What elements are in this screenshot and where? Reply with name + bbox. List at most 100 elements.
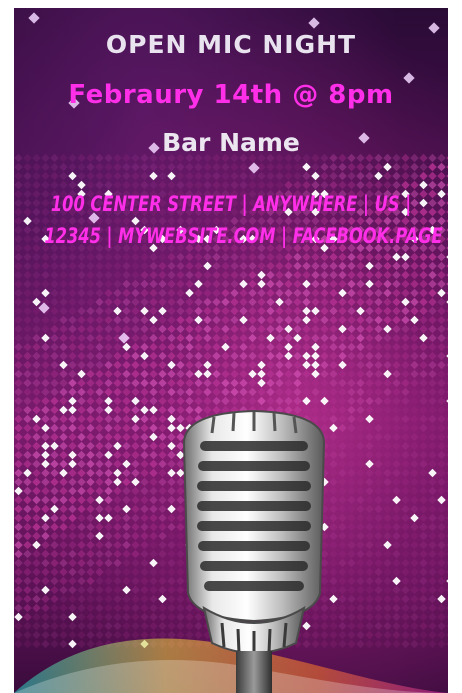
sparkle-dot: [221, 270, 230, 280]
sparkle-dot: [392, 477, 401, 487]
sparkle-dot: [140, 540, 149, 550]
sparkle-dot: [311, 360, 320, 370]
sparkle-dot: [401, 459, 410, 469]
sparkle-dot: [410, 504, 419, 514]
sparkle-dot: [392, 450, 401, 460]
sparkle-dot: [212, 387, 221, 397]
sparkle-dot: [113, 549, 122, 559]
sparkle-dot: [68, 360, 77, 370]
sparkle-dot: [77, 450, 86, 460]
sparkle-dot: [275, 324, 284, 334]
sparkle-dot: [113, 360, 122, 370]
sparkle-dot: [221, 324, 230, 334]
sparkle-dot: [428, 279, 437, 289]
sparkle-dot: [410, 369, 419, 379]
sparkle-dot: [275, 351, 284, 361]
sparkle-dot: [140, 270, 149, 280]
sparkle-dot: [365, 477, 374, 487]
sparkle-dot: [383, 333, 392, 343]
sparkle-dot: [113, 504, 122, 514]
sparkle-dot: [428, 423, 437, 433]
sparkle-dot: [176, 297, 185, 307]
address-line-2: 12345 | MYWEBSITE.COM | FACEBOOK.PAGE: [44, 224, 443, 248]
sparkle-dot: [32, 315, 41, 325]
sparkle-dot: [257, 297, 266, 307]
sparkle-dot: [446, 378, 448, 388]
sparkle-dot: [428, 441, 437, 451]
sparkle-dot: [446, 576, 448, 586]
sparkle-dot: [410, 252, 419, 262]
sparkle-dot: [419, 477, 428, 487]
sparkle-dot: [401, 252, 410, 262]
sparkle-dot: [23, 189, 32, 199]
sparkle-dot: [140, 279, 149, 289]
sparkle-dot: [356, 306, 365, 316]
sparkle-dot: [50, 171, 59, 181]
sparkle-dot: [131, 432, 140, 442]
sparkle-dot: [338, 261, 347, 271]
sparkle-dot: [158, 369, 167, 379]
sparkle-dot: [338, 288, 347, 298]
sparkle-dot: [122, 531, 131, 541]
sparkle-dot: [167, 324, 176, 334]
sparkle-dot: [428, 207, 437, 217]
sparkle-dot: [23, 297, 32, 307]
sparkle-dot: [32, 189, 41, 199]
sparkle-dot: [410, 513, 419, 523]
sparkle-dot: [14, 252, 23, 262]
sparkle-dot: [410, 270, 419, 280]
sparkle-dot: [14, 288, 23, 298]
sparkle-dot: [14, 351, 23, 361]
sparkle-dot: [419, 360, 428, 370]
sparkle-dot: [68, 369, 77, 379]
sparkle-dot: [329, 333, 338, 343]
sparkle-dot: [320, 387, 329, 397]
sparkle-dot: [122, 279, 131, 289]
sparkle-dot: [419, 261, 428, 271]
sparkle-dot: [347, 171, 356, 181]
sparkle-dot: [95, 450, 104, 460]
sparkle-dot: [95, 522, 104, 532]
event-date-time: Febraury 14th @ 8pm: [68, 80, 394, 110]
sparkle-dot: [149, 324, 158, 334]
sparkle-dot: [68, 333, 77, 343]
sparkle-dot: [113, 162, 122, 172]
sparkle-dot: [131, 567, 140, 577]
sparkle-dot: [77, 486, 86, 496]
sparkle-dot: [86, 594, 95, 604]
sparkle-dot: [104, 540, 113, 550]
sparkle-dot: [59, 495, 68, 505]
sparkle-dot: [59, 441, 68, 451]
sparkle-dot: [446, 522, 448, 532]
sparkle-dot: [293, 297, 302, 307]
sparkle-dot: [266, 378, 275, 388]
sparkle-dot: [122, 450, 131, 460]
sparkle-dot: [221, 342, 230, 352]
sparkle-dot: [86, 549, 95, 559]
sparkle-dot: [347, 513, 356, 523]
sparkle-dot: [32, 540, 41, 550]
sparkle-dot: [32, 360, 41, 370]
sparkle-dot: [446, 315, 448, 325]
sparkle-dot: [59, 558, 68, 568]
sparkle-dot: [311, 342, 320, 352]
sparkle-dot: [32, 369, 41, 379]
sparkle-dot: [320, 162, 329, 172]
sparkle-dot: [104, 504, 113, 514]
sparkle-dot: [95, 360, 104, 370]
sparkle-dot: [95, 576, 104, 586]
sparkle-dot: [428, 585, 437, 595]
sparkle-dot: [68, 441, 77, 451]
sparkle-dot: [140, 333, 149, 343]
sparkle-dot: [392, 315, 401, 325]
sparkle-dot: [338, 333, 347, 343]
sparkle-dot: [248, 378, 257, 388]
sparkle-dot: [230, 252, 239, 262]
sparkle-dot: [23, 162, 32, 172]
sparkle-dot: [374, 297, 383, 307]
sparkle-dot: [104, 495, 113, 505]
sparkle-dot: [401, 387, 410, 397]
sparkle-dot: [158, 162, 167, 172]
sparkle-dot: [302, 279, 311, 289]
sparkle-dot: [194, 171, 203, 181]
